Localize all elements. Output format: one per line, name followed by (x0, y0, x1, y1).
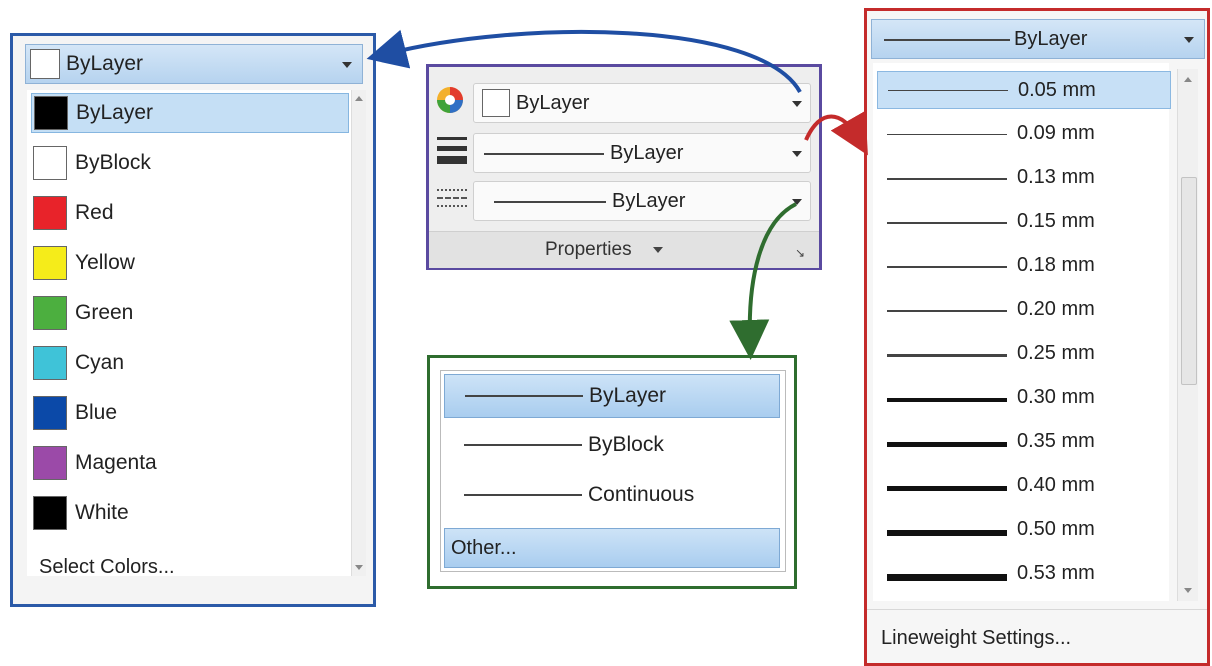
arrow-to-linetype-popup (729, 202, 797, 360)
arrow-to-lineweight-panel (804, 110, 868, 156)
arrow-to-color-panel (366, 29, 802, 93)
callout-arrows (366, 29, 868, 360)
